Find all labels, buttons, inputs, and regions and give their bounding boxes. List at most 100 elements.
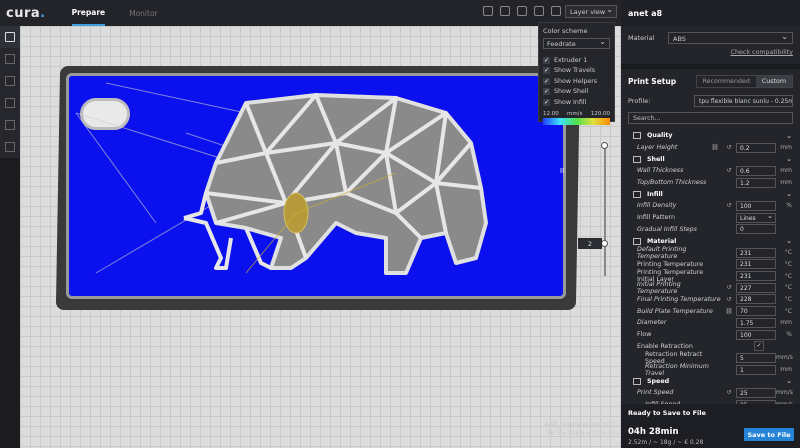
tab-monitor[interactable]: Monitor — [129, 0, 158, 26]
status-text: Ready to Save to File — [628, 409, 706, 417]
front-view-icon[interactable] — [500, 6, 510, 16]
3d-view-icon[interactable] — [483, 6, 493, 16]
feedrate-gradient — [543, 117, 610, 125]
layer-slider-bottom-handle[interactable] — [601, 240, 608, 247]
default-print-temp-input[interactable]: 231 — [736, 247, 776, 258]
link-icon: ⛓ — [711, 144, 719, 152]
toggle-show-travels[interactable]: ✓ Show Travels — [543, 66, 610, 77]
chevron-down-icon: ⌄ — [786, 155, 792, 164]
setting-wall-thickness: Wall Thickness ↺ 0.6 mm — [637, 165, 792, 176]
view-mode-select[interactable]: Layer view — [565, 5, 617, 18]
topbottom-thickness-input[interactable]: 1.2 — [736, 177, 776, 188]
color-scheme-select[interactable]: Feedrate — [543, 37, 610, 49]
enable-retraction-checkbox[interactable]: ✓ — [754, 341, 764, 352]
save-to-file-button[interactable]: Save to File — [744, 428, 794, 441]
mode-custom-button[interactable]: Custom — [755, 76, 792, 87]
reset-icon[interactable]: ↺ — [722, 389, 736, 396]
gradual-infill-input[interactable]: 0 — [736, 224, 776, 235]
per-model-settings-button[interactable] — [0, 136, 20, 158]
checkbox-icon: ✓ — [543, 67, 550, 75]
category-quality[interactable]: Quality ⌄ — [621, 130, 800, 142]
view-orientation-buttons — [483, 6, 561, 16]
checkbox-icon: ✓ — [543, 98, 550, 106]
toggle-show-helpers[interactable]: ✓ Show Helpers — [543, 76, 610, 87]
reset-icon[interactable]: ↺ — [722, 296, 736, 303]
elephant-layer-preview — [75, 82, 488, 275]
settings-panel: anet a8 Material ABS Check compatibility… — [621, 0, 800, 448]
toggle-show-infill[interactable]: ✓ Show Infill — [543, 97, 610, 108]
material-select[interactable]: ABS — [668, 32, 793, 44]
scale-tool-button[interactable] — [0, 70, 20, 92]
check-compatibility-link[interactable]: Check compatibility — [621, 44, 800, 56]
object-dimensions: 76.5 x 148.5 x 10.0 mm — [546, 430, 619, 437]
mode-recommended-button[interactable]: Recommended — [697, 76, 756, 87]
retract-min-travel-input[interactable]: 1 — [736, 364, 776, 375]
reset-icon[interactable]: ↺ — [722, 144, 736, 151]
open-file-button[interactable] — [0, 26, 20, 48]
build-plate-temp-input[interactable]: 70 — [736, 306, 776, 317]
print-temp-initial-input[interactable]: 231 — [736, 271, 776, 282]
gradient-labels: 12.00 mm/s 120.00 — [543, 110, 610, 117]
left-toolbar — [0, 26, 20, 158]
wall-thickness-input[interactable]: 0.6 — [736, 165, 776, 176]
chevron-down-icon: ⌄ — [786, 131, 792, 140]
retract-speed-input[interactable]: 5 — [736, 352, 776, 363]
mirror-icon — [5, 120, 15, 130]
settings-list: Quality ⌄ Layer Height ⛓ ↺ 0.2 mm Shell ⌄ Wall… — [621, 130, 800, 411]
infill-pattern-select[interactable]: Lines — [736, 212, 776, 223]
color-scheme-title: Color scheme — [543, 27, 588, 35]
chevron-down-icon: ⌄ — [786, 237, 792, 246]
initial-print-temp-input[interactable]: 227 — [736, 282, 776, 293]
reset-icon[interactable]: ↺ — [722, 284, 736, 291]
flow-input[interactable]: 100 — [736, 329, 776, 340]
tab-prepare[interactable]: Prepare — [71, 0, 106, 26]
profile-label: Profile: — [628, 97, 651, 105]
move-icon — [5, 54, 15, 64]
infill-density-input[interactable]: 100 — [736, 200, 776, 211]
output-panel: Ready to Save to File 04h 28min 2.52m / … — [621, 404, 800, 448]
left-view-icon[interactable] — [534, 6, 544, 16]
reset-icon[interactable]: ↺ — [722, 167, 736, 174]
printer-name[interactable]: anet a8 — [621, 0, 800, 26]
print-temp-input[interactable]: 231 — [736, 259, 776, 270]
mirror-tool-button[interactable] — [0, 114, 20, 136]
toggle-show-shell[interactable]: ✓ Show Shell — [543, 87, 610, 98]
top-bar: cura. Prepare Monitor Layer view — [0, 0, 621, 26]
pause-icon[interactable]: II — [560, 167, 564, 175]
3d-viewport[interactable]: II — [20, 26, 621, 448]
link-icon: ⛓ — [725, 307, 733, 315]
folder-icon — [5, 32, 15, 42]
layer-slider-track[interactable] — [604, 146, 606, 276]
setup-mode-toggle: Recommended Custom — [695, 75, 793, 88]
layer-height-input[interactable]: 0.2 — [736, 142, 776, 153]
setting-retract-min-travel: Retraction Minimum Travel 1 mm — [645, 362, 792, 377]
move-tool-button[interactable] — [0, 48, 20, 70]
final-print-temp-input[interactable]: 228 — [736, 294, 776, 305]
speed-icon — [633, 377, 641, 385]
diameter-input[interactable]: 1.75 — [736, 317, 776, 328]
rotate-tool-button[interactable] — [0, 92, 20, 114]
object-name: AA8_helena xperia xz f... — [544, 421, 619, 428]
checkbox-icon: ✓ — [543, 88, 550, 96]
top-view-icon[interactable] — [517, 6, 527, 16]
toggle-extruder-1[interactable]: ✓ Extruder 1 — [543, 55, 610, 66]
print-speed-input[interactable]: 25 — [736, 387, 776, 398]
current-layer-input[interactable]: 2 — [578, 238, 602, 249]
right-view-icon[interactable] — [551, 6, 561, 16]
layer-slider-top-handle[interactable] — [601, 142, 608, 149]
setting-initial-print-temp: Initial Printing Temperature ↺ 227 °C — [637, 280, 792, 295]
profile-select[interactable]: tpu flexible blanc sunlu - 0.25mm — [694, 95, 793, 107]
rotate-icon — [5, 98, 15, 108]
category-speed[interactable]: Speed ⌄ — [621, 375, 800, 387]
infill-icon — [633, 190, 641, 198]
setting-infill-pattern: Infill Pattern Lines — [621, 212, 800, 224]
settings-icon — [5, 142, 15, 152]
category-infill[interactable]: Infill ⌄ — [621, 188, 800, 200]
setting-default-print-temp: Default Printing Temperature 231 °C — [637, 245, 792, 260]
setting-topbottom-thickness: Top/Bottom Thickness 1.2 mm — [637, 177, 792, 188]
reset-icon[interactable]: ↺ — [722, 202, 736, 209]
setting-final-print-temp: Final Printing Temperature ↺ 228 °C — [637, 294, 792, 305]
settings-search-input[interactable]: Search... — [628, 112, 793, 124]
setting-flow: Flow 100% — [637, 329, 792, 340]
category-shell[interactable]: Shell ⌄ — [621, 153, 800, 165]
